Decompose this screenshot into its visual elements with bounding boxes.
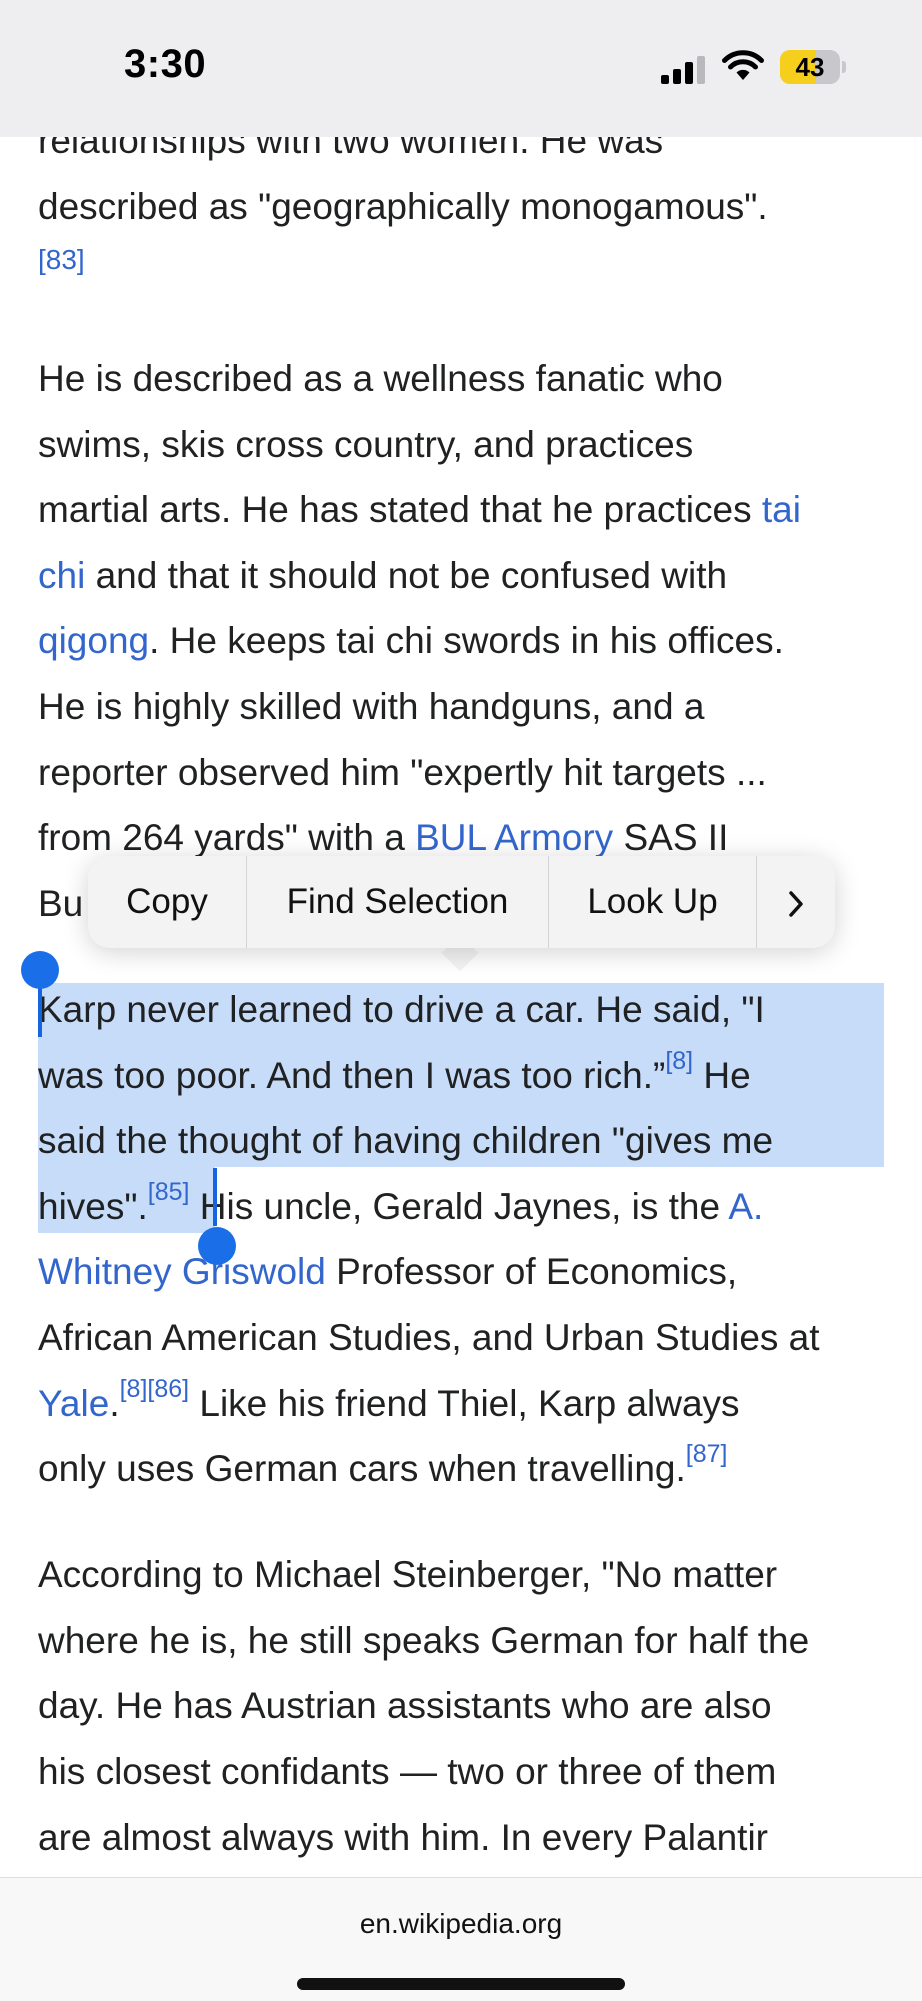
- paragraph-line: African American Studies, and Urban Stud…: [38, 1317, 820, 1358]
- selected-line: Karp never learned to drive a car. He sa…: [38, 989, 765, 1030]
- battery-percent: 43: [795, 52, 825, 82]
- paragraph-line: He is highly skilled with handguns, and …: [38, 686, 705, 727]
- whitney-griswold-link[interactable]: Whitney Griswold: [38, 1251, 326, 1292]
- home-indicator[interactable]: [297, 1978, 625, 1990]
- citation-86[interactable]: [86]: [147, 1375, 189, 1403]
- yale-link[interactable]: Yale: [38, 1383, 109, 1424]
- citation-8[interactable]: [8]: [665, 1047, 693, 1075]
- paragraph-line: Whitney Griswold Professor of Economics,: [38, 1251, 738, 1292]
- paragraph-line: Yale.[8][86] Like his friend Thiel, Karp…: [38, 1374, 740, 1424]
- paragraph-line: hives".[85] His uncle, Gerald Jaynes, is…: [38, 1177, 764, 1227]
- paragraph-line: only uses German cars when travelling.[8…: [38, 1439, 728, 1489]
- paragraph-line: where he is, he still speaks German for …: [38, 1620, 810, 1661]
- citation-87[interactable]: [87]: [686, 1440, 728, 1468]
- paragraph-line: described as "geographically monogamous"…: [38, 186, 768, 227]
- look-up-button[interactable]: Look Up: [549, 856, 756, 948]
- paragraph-line: According to Michael Steinberger, "No ma…: [38, 1554, 778, 1595]
- find-selection-button[interactable]: Find Selection: [247, 856, 548, 948]
- battery-icon: 43: [780, 50, 846, 84]
- copy-button[interactable]: Copy: [88, 856, 246, 948]
- paragraph-line: martial arts. He has stated that he prac…: [38, 489, 801, 530]
- whitney-griswold-link[interactable]: A.: [728, 1186, 763, 1227]
- paragraph-line: Bu: [38, 883, 84, 924]
- qigong-link[interactable]: qigong: [38, 620, 149, 661]
- bul-armory-link[interactable]: BUL Armory: [415, 817, 613, 858]
- text-edit-menu: Copy Find Selection Look Up: [88, 856, 835, 948]
- url-text[interactable]: en.wikipedia.org: [0, 1908, 922, 1940]
- selection-end-handle[interactable]: [198, 1227, 236, 1265]
- selection-start-caret: [38, 985, 42, 1037]
- more-options-button[interactable]: [757, 856, 834, 948]
- wifi-icon: [722, 50, 764, 80]
- selection-start-handle[interactable]: [21, 951, 59, 989]
- paragraph-line: reporter observed him "expertly hit targ…: [38, 752, 767, 793]
- citation-85[interactable]: [85]: [148, 1178, 190, 1206]
- paragraph-line: swims, skis cross country, and practices: [38, 424, 694, 465]
- selection-end-caret: [213, 1168, 217, 1226]
- status-bar: 3:30 43: [0, 0, 922, 137]
- paragraph-line: his closest confidants — two or three of…: [38, 1751, 777, 1792]
- selected-line: said the thought of having children "giv…: [38, 1120, 774, 1161]
- battery-tip: [842, 61, 846, 73]
- citation-83[interactable]: [83]: [38, 240, 85, 280]
- paragraph-line: qigong. He keeps tai chi swords in his o…: [38, 620, 784, 661]
- cellular-signal-icon: [661, 56, 705, 84]
- paragraph-line: chi and that it should not be confused w…: [38, 555, 728, 596]
- tai-chi-link[interactable]: chi: [38, 555, 85, 596]
- citation-8[interactable]: [8]: [120, 1375, 148, 1403]
- tai-chi-link[interactable]: tai: [762, 489, 801, 530]
- article-content: relationships with two women. He was des…: [0, 0, 922, 2000]
- selected-line: was too poor. And then I was too rich.”[…: [38, 1046, 751, 1096]
- paragraph-line: day. He has Austrian assistants who are …: [38, 1685, 772, 1726]
- chevron-right-icon: [788, 891, 803, 917]
- status-time: 3:30: [124, 42, 207, 86]
- url-bar[interactable]: en.wikipedia.org: [0, 1877, 922, 2001]
- paragraph-line: are almost always with him. In every Pal…: [38, 1817, 768, 1858]
- paragraph-line: He is described as a wellness fanatic wh…: [38, 358, 723, 399]
